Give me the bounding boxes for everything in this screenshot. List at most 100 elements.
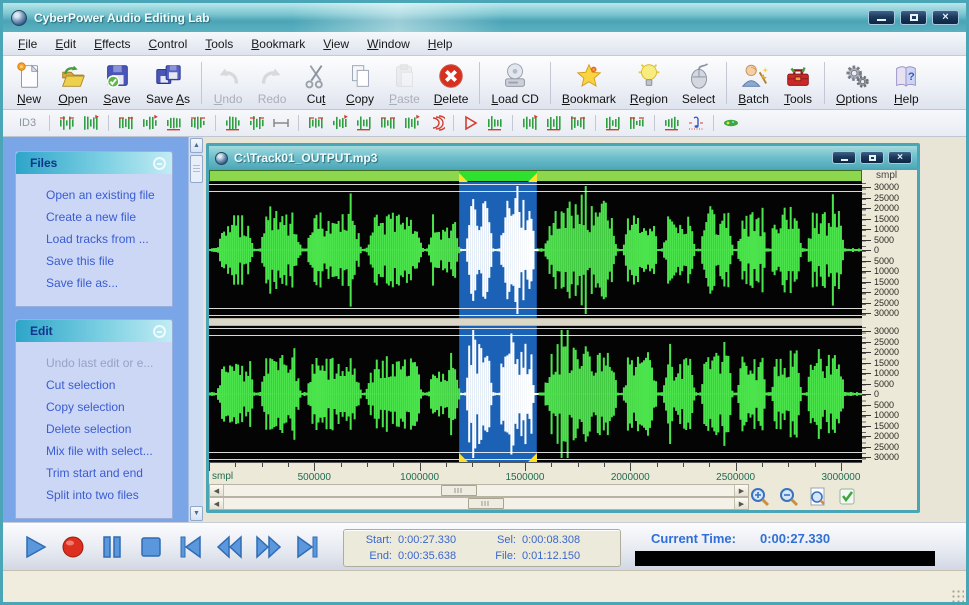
apply-check-icon[interactable] — [836, 486, 858, 508]
scrollbar-thumb[interactable] — [468, 498, 504, 509]
task-link-mix-file-with-select[interactable]: Mix file with select... — [16, 440, 172, 462]
task-link-split-into-two-files[interactable]: Split into two files — [16, 484, 172, 506]
task-link-copy-selection[interactable]: Copy selection — [16, 396, 172, 418]
task-link-open-an-existing-file[interactable]: Open an existing file — [16, 184, 172, 206]
overview-strip[interactable] — [209, 170, 862, 182]
editor-close-button[interactable]: × — [888, 151, 912, 164]
fast-forward-button[interactable] — [253, 532, 283, 562]
selection-end-marker[interactable] — [528, 173, 537, 182]
id3-tool-button[interactable]: ID3 — [11, 117, 44, 129]
stop-button[interactable] — [136, 532, 166, 562]
wave-mix-icon[interactable] — [222, 113, 244, 133]
paste-button[interactable]: Paste — [382, 58, 427, 108]
scroll-right-icon[interactable]: ▶ — [734, 498, 748, 509]
wave-span-icon[interactable] — [661, 113, 683, 133]
zoom-fit-icon[interactable] — [807, 486, 829, 508]
selection-end-marker[interactable] — [528, 453, 537, 462]
scroll-down-icon[interactable]: ▼ — [190, 506, 203, 521]
wave-restore-icon[interactable] — [80, 113, 102, 133]
note-span-icon[interactable] — [685, 113, 707, 133]
zoom-in-icon[interactable] — [749, 486, 771, 508]
wave-flag-icon[interactable] — [484, 113, 506, 133]
collapse-icon[interactable] — [153, 325, 166, 338]
left-channel-scrollbar[interactable]: ◀ ▶ — [209, 484, 749, 497]
tools-button[interactable]: Tools — [776, 58, 820, 108]
close-button[interactable]: × — [932, 10, 959, 25]
menu-edit[interactable]: Edit — [46, 34, 85, 54]
task-link-create-a-new-file[interactable]: Create a new file — [16, 206, 172, 228]
wave-drop-icon[interactable] — [353, 113, 375, 133]
scroll-right-icon[interactable]: ▶ — [734, 485, 748, 496]
task-link-delete-selection[interactable]: Delete selection — [16, 418, 172, 440]
menu-file[interactable]: File — [9, 34, 46, 54]
redo-button[interactable]: Redo — [250, 58, 294, 108]
zoom-out-icon[interactable] — [778, 486, 800, 508]
delete-button[interactable]: Delete — [427, 58, 476, 108]
task-link-load-tracks-from[interactable]: Load tracks from ... — [16, 228, 172, 250]
wave-shrink-icon[interactable] — [519, 113, 541, 133]
waveform-left-channel[interactable] — [209, 182, 862, 318]
editor-minimize-button[interactable] — [832, 151, 856, 164]
scroll-left-icon[interactable]: ◀ — [210, 498, 224, 509]
select-button[interactable]: Select — [675, 58, 722, 108]
maximize-button[interactable] — [900, 10, 927, 25]
region-marker-icon[interactable] — [720, 113, 742, 133]
scroll-up-icon[interactable]: ▲ — [190, 138, 203, 153]
menu-control[interactable]: Control — [140, 34, 197, 54]
task-link-save-this-file[interactable]: Save this file — [16, 250, 172, 272]
wave-boost-icon[interactable] — [115, 113, 137, 133]
scrollbar-thumb[interactable] — [441, 485, 477, 496]
waveform-channels[interactable] — [209, 182, 862, 462]
copy-button[interactable]: Copy — [338, 58, 382, 108]
menu-effects[interactable]: Effects — [85, 34, 139, 54]
eq-bars-icon[interactable] — [401, 113, 423, 133]
wave-fade-icon[interactable] — [139, 113, 161, 133]
go-to-end-button[interactable] — [292, 532, 322, 562]
region-button[interactable]: Region — [623, 58, 675, 108]
range-icon[interactable] — [270, 113, 292, 133]
new-button[interactable]: New — [7, 58, 51, 108]
wave-select-icon[interactable] — [329, 113, 351, 133]
rewind-button[interactable] — [214, 532, 244, 562]
bookmark-button[interactable]: Bookmark — [555, 58, 623, 108]
freq-bars-icon[interactable] — [305, 113, 327, 133]
menu-tools[interactable]: Tools — [196, 34, 242, 54]
go-to-start-button[interactable] — [175, 532, 205, 562]
rings-icon[interactable] — [425, 113, 447, 133]
wave-expand-icon[interactable] — [543, 113, 565, 133]
doc-wave-icon[interactable] — [56, 113, 78, 133]
record-button[interactable] — [58, 532, 88, 562]
export-wave-icon[interactable] — [246, 113, 268, 133]
scroll-left-icon[interactable]: ◀ — [210, 485, 224, 496]
wave-center-icon[interactable] — [187, 113, 209, 133]
save-button[interactable]: Save — [95, 58, 139, 108]
selection-start-marker[interactable] — [459, 173, 468, 182]
sidebar-scrollbar[interactable]: ▲ ▼ — [188, 137, 203, 522]
menu-window[interactable]: Window — [358, 34, 419, 54]
pause-button[interactable] — [97, 532, 127, 562]
baseline-icon[interactable] — [377, 113, 399, 133]
channel-convert-icon[interactable] — [602, 113, 624, 133]
overview-selection[interactable] — [459, 171, 536, 181]
right-channel-scrollbar[interactable]: ◀ ▶ — [209, 497, 749, 510]
load-cd-button[interactable]: Load CD — [484, 58, 545, 108]
undo-button[interactable]: Undo — [206, 58, 250, 108]
task-link-save-file-as[interactable]: Save file as... — [16, 272, 172, 294]
menu-view[interactable]: View — [314, 34, 358, 54]
selection-start-marker[interactable] — [459, 453, 468, 462]
batch-button[interactable]: Batch — [731, 58, 776, 108]
menu-bookmark[interactable]: Bookmark — [242, 34, 314, 54]
editor-maximize-button[interactable] — [860, 151, 884, 164]
open-button[interactable]: Open — [51, 58, 95, 108]
task-link-cut-selection[interactable]: Cut selection — [16, 374, 172, 396]
cut-button[interactable]: Cut — [294, 58, 338, 108]
scrollbar-thumb[interactable] — [190, 155, 203, 183]
save-as-button[interactable]: Save As — [139, 58, 197, 108]
play-marker-icon[interactable] — [460, 113, 482, 133]
resize-grip[interactable] — [951, 589, 964, 602]
wave-trim-icon[interactable] — [567, 113, 589, 133]
collapse-icon[interactable] — [153, 157, 166, 170]
menu-help[interactable]: Help — [419, 34, 462, 54]
waveform-right-channel[interactable] — [209, 326, 862, 462]
help-button[interactable]: ?Help — [884, 58, 928, 108]
